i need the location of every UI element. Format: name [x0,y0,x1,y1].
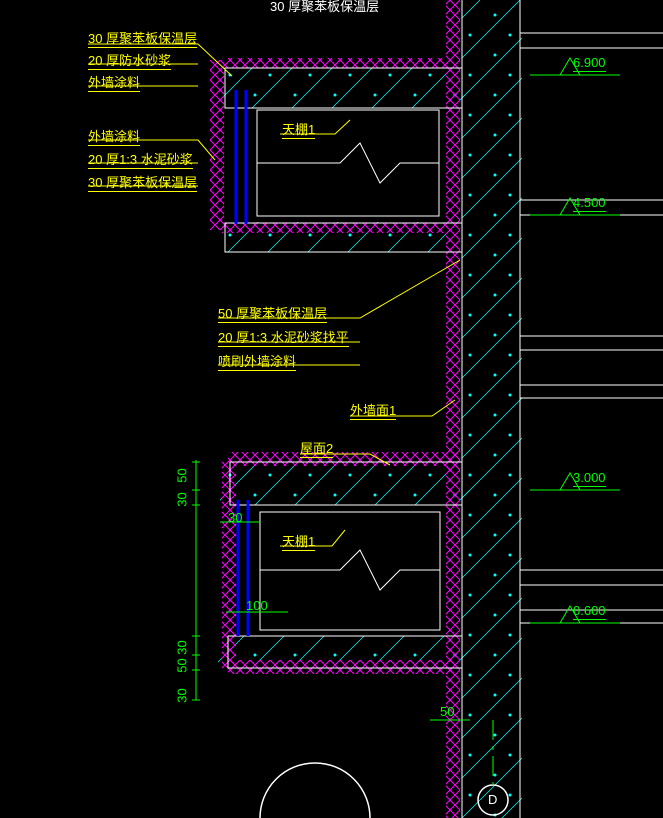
dim-100: 100 [246,598,268,613]
dim-50b: 50 [175,658,190,672]
dim-50c: 50 [440,704,454,719]
roof-label: 屋面2 [300,438,333,457]
note-g1-l2: 20 厚防水砂浆 [88,50,171,69]
note-g2-l2: 20 厚1:3 水泥砂浆 [88,149,193,168]
wall-label: 外墙面1 [350,400,396,419]
note-g3-l3: 喷刷外墙涂料 [218,351,296,370]
dim-50a: 50 [175,468,190,482]
elevation-marks [530,58,620,623]
grid-bubble-d: D [488,792,497,807]
note-g1-l3: 外墙涂料 [88,72,140,91]
cad-canvas [0,0,663,818]
dim-30b: 30 [175,640,190,654]
dim-30a: 30 [175,492,190,506]
top-note: 30 厚聚苯板保温层 [270,0,379,15]
note-g3-l2: 20 厚1:3 水泥砂浆找平 [218,327,349,346]
dim-30c: 30 [175,688,190,702]
elev-4500: 4.500 [573,195,606,210]
note-g2-l1: 外墙涂料 [88,126,140,145]
ceiling-label-upper: 天棚1 [282,119,315,138]
elev-0600: 0.600 [573,603,606,618]
dim-30h: 30 [228,510,242,525]
elev-6900: 6.900 [573,55,606,70]
note-g3-l1: 50 厚聚苯板保温层 [218,303,327,322]
elev-3000: 3.000 [573,470,606,485]
ceiling-label-lower: 天棚1 [282,531,315,550]
note-g1-l1: 30 厚聚苯板保温层 [88,28,197,47]
note-g2-l3: 30 厚聚苯板保温层 [88,172,197,191]
